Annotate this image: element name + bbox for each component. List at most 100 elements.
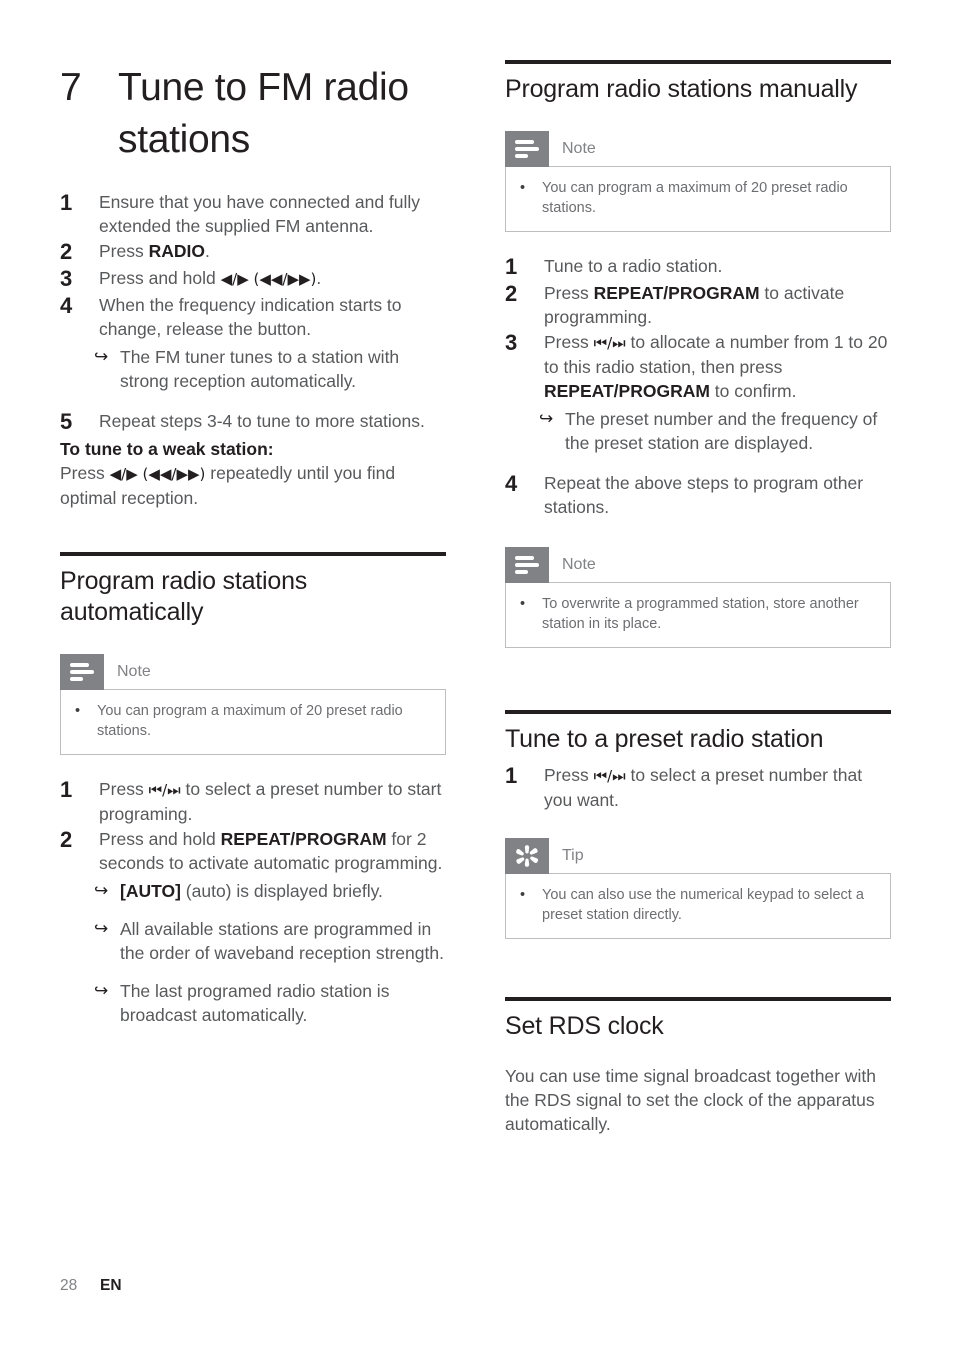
section-title: Program radio stations automatically [60, 567, 308, 626]
step-number: 1 [60, 190, 73, 215]
step-4-result: ↪ The FM tuner tunes to a station with s… [60, 345, 446, 393]
section-tune-preset: Tune to a preset radio station [505, 710, 891, 755]
note-bars-icon [515, 140, 539, 158]
step-1: 1 Press ⏮/⏭ to select a preset number th… [505, 763, 891, 812]
step-text: Press ⏮/⏭ to allocate a number from 1 to… [544, 330, 891, 403]
callout-list-item: • To overwrite a programmed station, sto… [520, 594, 876, 634]
step-1: 1 Press ⏮/⏭ to select a preset number to… [60, 777, 446, 826]
step-1: 1 Ensure that you have connected and ful… [60, 190, 446, 238]
intro-steps-list: 1 Ensure that you have connected and ful… [60, 190, 446, 435]
step-3: 3 Press ⏮/⏭ to allocate a number from 1 … [505, 330, 891, 403]
result-rest: (auto) is displayed briefly. [180, 881, 383, 901]
step-text-after: . [205, 241, 210, 261]
button-name-repeat-program: REPEAT/PROGRAM [544, 381, 710, 401]
footer-page-number: 28 [60, 1277, 78, 1294]
section-title: Tune to a preset radio station [505, 725, 824, 753]
tip-icon [505, 838, 549, 874]
step-text-before: Press [544, 283, 594, 303]
left-column: 7 Tune to FM radio stations 1 Ensure tha… [60, 0, 446, 1027]
callout-label: Note [117, 663, 151, 680]
step-number: 4 [505, 471, 518, 496]
callout-list-item: • You can program a maximum of 20 preset… [75, 701, 431, 741]
step-4: 4 When the frequency indication starts t… [60, 293, 446, 341]
note-icon [60, 654, 104, 690]
section-set-rds-clock: Set RDS clock [505, 997, 891, 1042]
note-icon [505, 547, 549, 583]
bullet-icon: • [520, 596, 526, 612]
step-text: Press and hold ◀/▶ (◀◀/▶▶). [99, 266, 446, 292]
result-arrow-icon: ↪ [94, 919, 109, 938]
bullet-icon: • [520, 887, 526, 903]
step-text: Repeat steps 3-4 to tune to more station… [99, 411, 425, 431]
page-footer: 28 EN [60, 1277, 122, 1295]
display-text-auto: [AUTO] [120, 881, 181, 901]
manual-page: 7 Tune to FM radio stations 1 Ensure tha… [0, 0, 954, 1351]
step-number: 2 [60, 827, 73, 852]
section-rule [505, 710, 891, 714]
result-text: The last programed radio station is broa… [120, 981, 390, 1025]
prev-next-symbols-icon: ◀/▶ (◀◀/▶▶) [109, 465, 206, 483]
callout-item-text: You can program a maximum of 20 preset r… [97, 703, 403, 739]
callout-header: Note [505, 131, 891, 167]
step-text-after: to confirm. [709, 381, 797, 401]
step-1: 1 Tune to a radio station. [505, 254, 891, 280]
callout-list-item: • You can also use the numerical keypad … [520, 885, 876, 925]
callout-label: Note [562, 556, 596, 573]
callout-body: • You can program a maximum of 20 preset… [60, 689, 446, 755]
callout-list-item: • You can program a maximum of 20 preset… [520, 178, 876, 218]
step-text: Tune to a radio station. [544, 256, 723, 276]
step-text-after: . [316, 268, 322, 288]
step-text-before: Press [544, 765, 594, 785]
step-text: Press REPEAT/PROGRAM to activate program… [544, 281, 891, 329]
callout-label: Note [562, 140, 596, 157]
footer-language: EN [100, 1277, 122, 1294]
step-text-before: Press and hold [99, 829, 221, 849]
result-text: All available stations are programmed in… [120, 919, 444, 963]
step-4: 4 Repeat the above steps to program othe… [505, 471, 891, 519]
callout-body: • You can program a maximum of 20 preset… [505, 166, 891, 232]
chapter-heading: Tune to FM radio stations [118, 66, 409, 161]
bullet-icon: • [75, 703, 81, 719]
note-callout-overwrite: Note • To overwrite a programmed station… [505, 547, 891, 648]
bullet-icon: • [520, 180, 526, 196]
section-program-manually: Program radio stations manually [505, 60, 891, 105]
callout-header: Note [60, 654, 446, 690]
section-title: Program radio stations manually [505, 75, 858, 103]
step-2: 2 Press RADIO. [60, 239, 446, 265]
step-text: When the frequency indication starts to … [99, 295, 402, 339]
callout-label: Tip [562, 847, 584, 864]
step-number: 1 [505, 763, 518, 788]
note-callout-auto: Note • You can program a maximum of 20 p… [60, 654, 446, 755]
preset-steps: 1 Press ⏮/⏭ to select a preset number th… [505, 763, 891, 812]
step-2: 2 Press and hold REPEAT/PROGRAM for 2 se… [60, 827, 446, 875]
callout-header: Note [505, 547, 891, 583]
callout-header: Tip [505, 838, 891, 874]
step-number: 2 [505, 281, 518, 306]
rds-paragraph: You can use time signal broadcast togeth… [505, 1066, 876, 1134]
prev-next-symbols-icon: ◀/▶ (◀◀/▶▶) [220, 270, 317, 288]
section-rule [505, 60, 891, 64]
section-rule [60, 552, 446, 556]
button-name-repeat-program: REPEAT/PROGRAM [220, 829, 387, 849]
step-text: Ensure that you have connected and fully… [99, 192, 421, 236]
note-bars-icon [515, 556, 539, 574]
callout-body: • To overwrite a programmed station, sto… [505, 582, 891, 648]
callout-item-text: To overwrite a programmed station, store… [542, 596, 859, 632]
step-number: 1 [505, 254, 518, 279]
result-text: The preset number and the frequency of t… [565, 409, 878, 453]
result-text: The FM tuner tunes to a station with str… [120, 347, 400, 391]
callout-body: • You can also use the numerical keypad … [505, 873, 891, 939]
note-bars-icon [70, 663, 94, 681]
step-text: Repeat the above steps to program other … [544, 473, 864, 517]
step-text-before: Press [544, 332, 594, 352]
note-icon [505, 131, 549, 167]
chapter-number: 7 [60, 66, 82, 109]
section-title: Set RDS clock [505, 1012, 664, 1040]
weak-station-heading: To tune to a weak station: [60, 439, 274, 459]
step-5: 5 Repeat steps 3-4 to tune to more stati… [60, 409, 446, 435]
result-arrow-icon: ↪ [94, 347, 109, 366]
auto-program-steps: 1 Press ⏮/⏭ to select a preset number to… [60, 777, 446, 1027]
step-3: 3 Press and hold ◀/▶ (◀◀/▶▶). [60, 266, 446, 292]
right-column: Program radio stations manually Note • Y… [505, 0, 891, 1136]
step-text-before: Press [99, 241, 149, 261]
